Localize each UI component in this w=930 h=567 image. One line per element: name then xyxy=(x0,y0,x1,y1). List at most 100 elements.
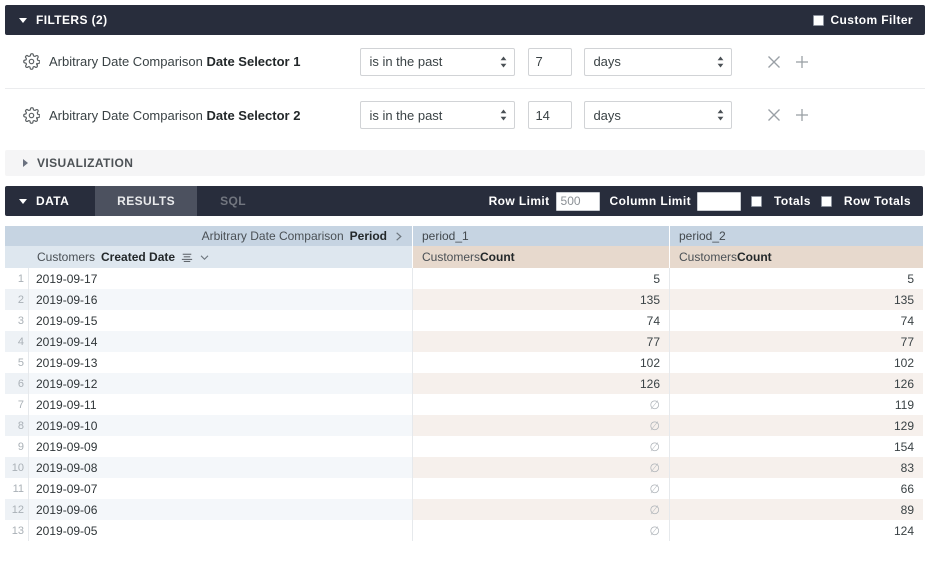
table-row: 2 2019-09-16 135 135 xyxy=(5,289,923,310)
filter-unit-select[interactable]: days xyxy=(584,101,733,129)
cell-period-2-count[interactable]: 83 xyxy=(669,457,923,478)
row-totals-toggle[interactable]: Row Totals xyxy=(820,194,911,208)
cell-created-date[interactable]: 2019-09-16 xyxy=(29,289,412,310)
cell-period-2-count[interactable]: 77 xyxy=(669,331,923,352)
measure-column-header-1[interactable]: Customers Count xyxy=(412,246,669,268)
filter-amount-input[interactable] xyxy=(528,47,573,76)
cell-period-1-count[interactable]: 74 xyxy=(412,310,669,331)
cell-created-date[interactable]: 2019-09-14 xyxy=(29,331,412,352)
pivot-column-period-2[interactable]: period_2 xyxy=(669,226,923,246)
gear-icon[interactable] xyxy=(23,106,40,124)
cell-period-2-count[interactable]: 126 xyxy=(669,373,923,394)
cell-created-date[interactable]: 2019-09-15 xyxy=(29,310,412,331)
tab-sql[interactable]: SQL xyxy=(197,186,269,216)
select-arrows-icon xyxy=(718,109,724,121)
cell-period-1-count[interactable]: ∅ xyxy=(412,457,669,478)
custom-filter-toggle[interactable]: Custom Filter xyxy=(813,13,925,27)
table-row: 13 2019-09-05 ∅ 124 xyxy=(5,520,923,541)
cell-created-date[interactable]: 2019-09-07 xyxy=(29,478,412,499)
filters-section-toggle[interactable]: FILTERS (2) xyxy=(5,5,108,35)
cell-created-date[interactable]: 2019-09-10 xyxy=(29,415,412,436)
cell-period-2-count[interactable]: 135 xyxy=(669,289,923,310)
rownum-header-top xyxy=(5,226,29,246)
row-limit-input[interactable] xyxy=(555,191,600,211)
table-row: 3 2019-09-15 74 74 xyxy=(5,310,923,331)
measure-2-view-name: Customers xyxy=(679,250,738,264)
totals-label: Totals xyxy=(774,194,811,208)
cell-created-date[interactable]: 2019-09-05 xyxy=(29,520,412,541)
pivot-column-period-1[interactable]: period_1 xyxy=(412,226,669,246)
row-number: 7 xyxy=(5,394,29,415)
dimension-view-name: Customers xyxy=(37,250,96,264)
pivot-dimension-header[interactable]: Arbitrary Date Comparison Period xyxy=(29,226,412,246)
table-row: 8 2019-09-10 ∅ 129 xyxy=(5,415,923,436)
chevron-down-icon[interactable] xyxy=(199,254,210,261)
custom-filter-checkbox[interactable] xyxy=(813,14,825,26)
table-header-sub: Customers Created Date Customers Count C… xyxy=(5,246,923,268)
cell-created-date[interactable]: 2019-09-11 xyxy=(29,394,412,415)
dimension-column-header[interactable]: Customers Created Date xyxy=(29,246,412,268)
row-totals-checkbox[interactable] xyxy=(820,195,832,207)
cell-period-2-count[interactable]: 124 xyxy=(669,520,923,541)
data-section-bar: DATA RESULTS SQL Row Limit Column Limit … xyxy=(5,186,923,216)
cell-period-1-count[interactable]: 126 xyxy=(412,373,669,394)
query-builder-page: FILTERS (2) Custom Filter Arbitrary Date… xyxy=(0,0,930,567)
totals-toggle[interactable]: Totals xyxy=(751,194,811,208)
filter-unit-select[interactable]: days xyxy=(584,47,733,76)
plus-icon[interactable] xyxy=(794,107,810,123)
cell-created-date[interactable]: 2019-09-06 xyxy=(29,499,412,520)
row-limit-label: Row Limit xyxy=(488,194,550,208)
visualization-section-toggle[interactable]: VISUALIZATION xyxy=(5,150,925,176)
cell-period-1-count[interactable]: ∅ xyxy=(412,436,669,457)
column-limit-input[interactable] xyxy=(697,191,742,211)
totals-checkbox[interactable] xyxy=(751,195,763,207)
cell-period-1-count[interactable]: 77 xyxy=(412,331,669,352)
pivot-column-1-label: period_1 xyxy=(422,229,469,243)
null-value: ∅ xyxy=(649,460,660,475)
cell-created-date[interactable]: 2019-09-12 xyxy=(29,373,412,394)
cell-period-1-count[interactable]: ∅ xyxy=(412,394,669,415)
cell-period-2-count[interactable]: 5 xyxy=(669,268,923,289)
tab-results[interactable]: RESULTS xyxy=(95,186,198,216)
plus-icon[interactable] xyxy=(794,54,810,70)
filter-row: Arbitrary Date Comparison Date Selector … xyxy=(5,35,925,88)
cell-created-date[interactable]: 2019-09-08 xyxy=(29,457,412,478)
filter-condition-select[interactable]: is in the past xyxy=(360,101,516,129)
close-icon[interactable] xyxy=(766,107,782,123)
data-section-toggle[interactable]: DATA xyxy=(5,186,95,216)
chevron-right-icon[interactable] xyxy=(393,231,404,242)
table-row: 9 2019-09-09 ∅ 154 xyxy=(5,436,923,457)
null-value: ∅ xyxy=(649,502,660,517)
cell-created-date[interactable]: 2019-09-17 xyxy=(29,268,412,289)
select-arrows-icon xyxy=(718,56,724,67)
sort-icon[interactable] xyxy=(181,252,193,263)
cell-period-2-count[interactable]: 154 xyxy=(669,436,923,457)
cell-period-1-count[interactable]: ∅ xyxy=(412,499,669,520)
cell-period-1-count[interactable]: ∅ xyxy=(412,520,669,541)
filter-amount-input[interactable] xyxy=(528,101,573,129)
cell-period-1-count[interactable]: ∅ xyxy=(412,478,669,499)
cell-period-1-count[interactable]: 5 xyxy=(412,268,669,289)
cell-period-2-count[interactable]: 102 xyxy=(669,352,923,373)
cell-period-2-count[interactable]: 74 xyxy=(669,310,923,331)
gear-icon[interactable] xyxy=(23,53,40,70)
cell-period-2-count[interactable]: 119 xyxy=(669,394,923,415)
filter-condition-select[interactable]: is in the past xyxy=(360,47,516,76)
close-icon[interactable] xyxy=(766,54,782,70)
cell-period-2-count[interactable]: 66 xyxy=(669,478,923,499)
measure-column-header-2[interactable]: Customers Count xyxy=(669,246,923,268)
null-value: ∅ xyxy=(649,481,660,496)
cell-created-date[interactable]: 2019-09-09 xyxy=(29,436,412,457)
filter-unit-value: days xyxy=(593,54,621,69)
filters-section-label: FILTERS (2) xyxy=(36,13,108,27)
cell-period-1-count[interactable]: 135 xyxy=(412,289,669,310)
cell-period-1-count[interactable]: 102 xyxy=(412,352,669,373)
filters-section-bar[interactable]: FILTERS (2) Custom Filter xyxy=(5,5,925,35)
cell-period-1-count[interactable]: ∅ xyxy=(412,415,669,436)
cell-period-2-count[interactable]: 129 xyxy=(669,415,923,436)
caret-right-icon xyxy=(23,159,28,167)
cell-created-date[interactable]: 2019-09-13 xyxy=(29,352,412,373)
cell-period-2-count[interactable]: 89 xyxy=(669,499,923,520)
rownum-header-sub xyxy=(5,246,29,268)
filter-condition-value: is in the past xyxy=(369,107,443,123)
